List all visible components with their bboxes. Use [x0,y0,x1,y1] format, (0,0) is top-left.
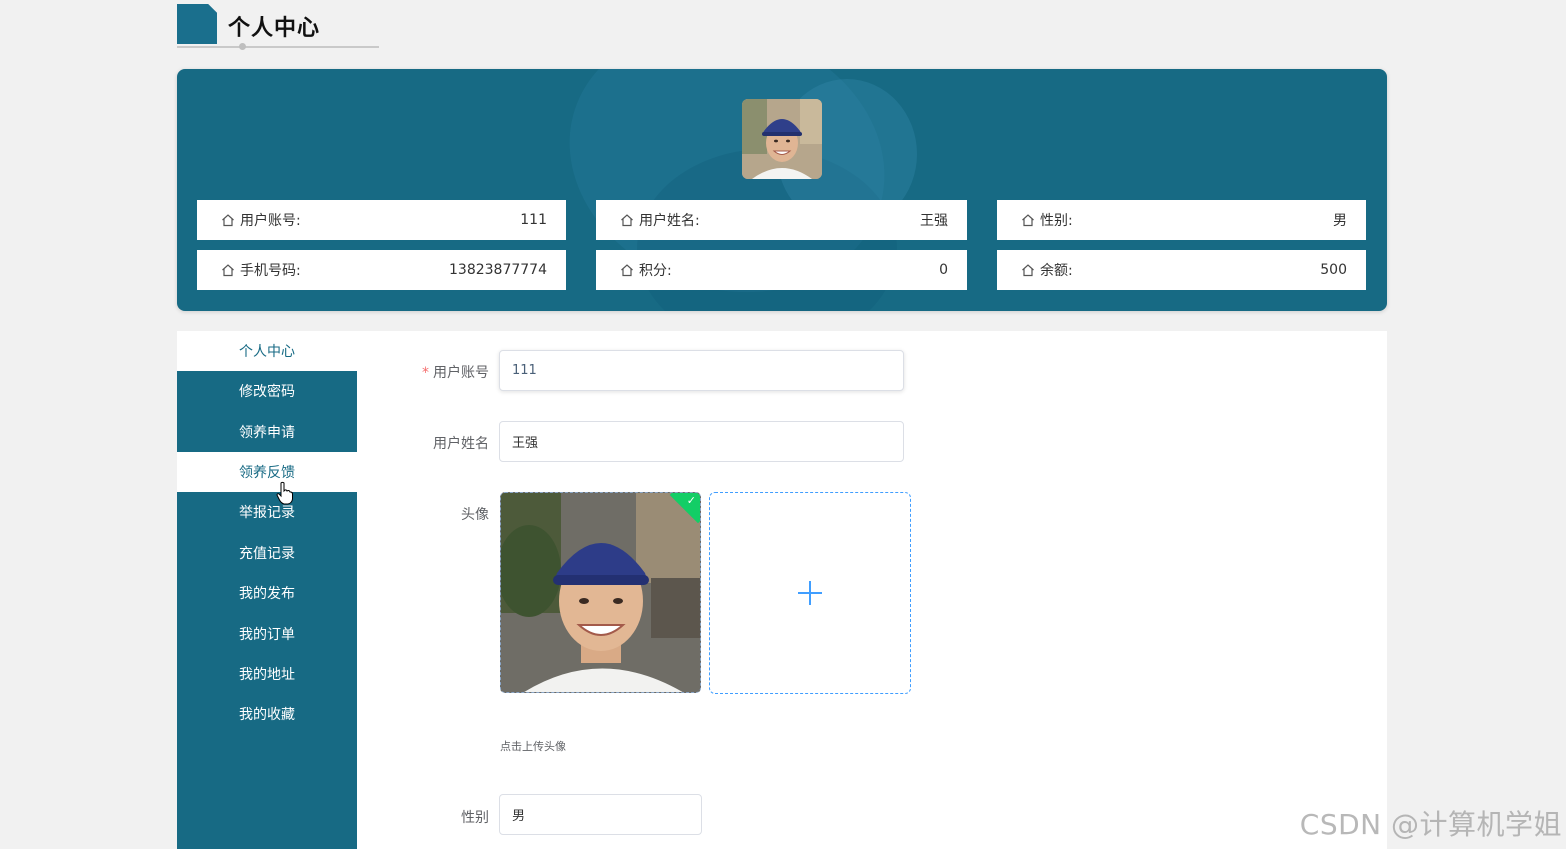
home-icon [222,264,234,277]
sidebar-item-my-favorites[interactable]: 我的收藏 [177,694,357,734]
avatar-label: 头像 [461,507,489,523]
info-name-label: 用户姓名: [639,213,700,229]
sidebar-item-label: 领养反馈 [239,465,295,481]
name-input[interactable]: 王强 [499,421,904,462]
avatar-upload-button[interactable] [709,492,911,694]
info-points-label: 积分: [639,263,672,279]
info-gender-value: 男 [1333,213,1347,229]
plus-icon [798,581,822,605]
home-icon [621,214,633,227]
avatar-upload-thumbnail[interactable]: ✓ [500,492,701,693]
info-points-value: 0 [939,262,948,278]
info-gender: 性别: 男 [997,200,1366,240]
info-account-value: 111 [520,212,547,228]
required-mark: * [422,365,429,381]
title-flag-icon [177,4,217,44]
info-name: 用户姓名: 王强 [596,200,967,240]
sidebar-menu: 个人中心 修改密码 领养申请 领养反馈 举报记录 充值记录 我的发布 我的订单 … [177,331,357,849]
sidebar-item-my-posts[interactable]: 我的发布 [177,573,357,613]
sidebar-item-label: 我的地址 [239,667,295,683]
info-phone-value: 13823877774 [449,262,547,278]
account-label-text: 用户账号 [433,365,489,381]
sidebar-item-label: 领养申请 [239,425,295,441]
watermark: CSDN @计算机学姐 [1299,808,1562,841]
sidebar-item-label: 举报记录 [239,505,295,521]
sidebar-item-label: 修改密码 [239,384,295,400]
avatar-upload-tip: 点击上传头像 [500,740,566,753]
sidebar-item-my-address[interactable]: 我的地址 [177,654,357,694]
title-dot [239,43,246,50]
gender-label: 性别 [461,810,489,826]
sidebar-item-label: 充值记录 [239,546,295,562]
info-phone-label: 手机号码: [240,263,301,279]
info-gender-label: 性别: [1040,213,1073,229]
info-balance-label: 余额: [1040,263,1073,279]
profile-header-card: 用户账号: 111 用户姓名: 王强 性别: 男 手机号码: 138238777… [177,69,1387,311]
title-underline [177,46,379,48]
info-name-value: 王强 [920,213,948,229]
info-account-label: 用户账号: [240,213,301,229]
sidebar-item-label: 我的发布 [239,586,295,602]
sidebar-item-label: 个人中心 [239,344,295,360]
home-icon [1022,264,1034,277]
sidebar-item-adoption-feedback[interactable]: 领养反馈 [177,452,357,492]
home-icon [222,214,234,227]
account-input[interactable]: 111 [499,350,904,391]
name-label: 用户姓名 [433,436,489,452]
page-title-block: 个人中心 [177,4,379,50]
sidebar-item-adoption-apply[interactable]: 领养申请 [177,412,357,452]
home-icon [1022,214,1034,227]
info-account: 用户账号: 111 [197,200,566,240]
page-title: 个人中心 [228,16,321,41]
account-label: * 用户账号 [369,362,489,382]
avatar-image [501,493,700,692]
profile-avatar [742,99,822,179]
sidebar-item-recharge-records[interactable]: 充值记录 [177,533,357,573]
sidebar-item-report-records[interactable]: 举报记录 [177,492,357,532]
home-icon [621,264,633,277]
info-balance: 余额: 500 [997,250,1366,290]
sidebar-item-label: 我的收藏 [239,707,295,723]
sidebar-item-my-orders[interactable]: 我的订单 [177,614,357,654]
sidebar-item-label: 我的订单 [239,627,295,643]
hand-cursor-icon [276,481,293,505]
info-balance-value: 500 [1320,262,1347,278]
sidebar-item-profile[interactable]: 个人中心 [177,331,357,371]
sidebar-item-change-password[interactable]: 修改密码 [177,371,357,411]
gender-input[interactable]: 男 [499,794,702,835]
info-points: 积分: 0 [596,250,967,290]
check-icon: ✓ [686,494,696,507]
info-phone: 手机号码: 13823877774 [197,250,566,290]
